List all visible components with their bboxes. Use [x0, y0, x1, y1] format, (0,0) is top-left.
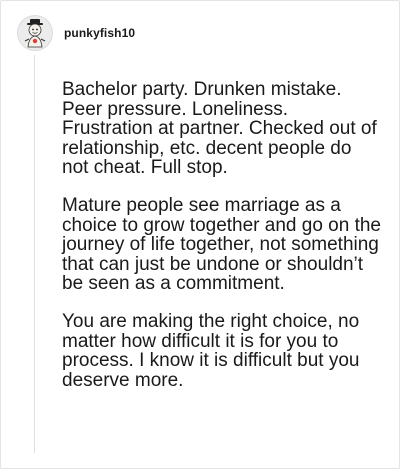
- avatar[interactable]: [17, 15, 53, 51]
- comment-body: Bachelor party. Drunken mistake. Peer pr…: [62, 80, 382, 408]
- cartoon-character-avatar-icon: [24, 19, 46, 48]
- comment-paragraph: Mature people see marriage as a choice t…: [62, 194, 382, 295]
- thread-line: [34, 55, 35, 453]
- comment-paragraph: Bachelor party. Drunken mistake. Peer pr…: [62, 79, 377, 179]
- comment-header: punkyfish10: [17, 15, 135, 51]
- comment-paragraph: You are making the right choice, no matt…: [62, 310, 360, 391]
- author-username[interactable]: punkyfish10: [64, 26, 135, 40]
- comment-card: punkyfish10 Bachelor party. Drunken mist…: [0, 0, 400, 469]
